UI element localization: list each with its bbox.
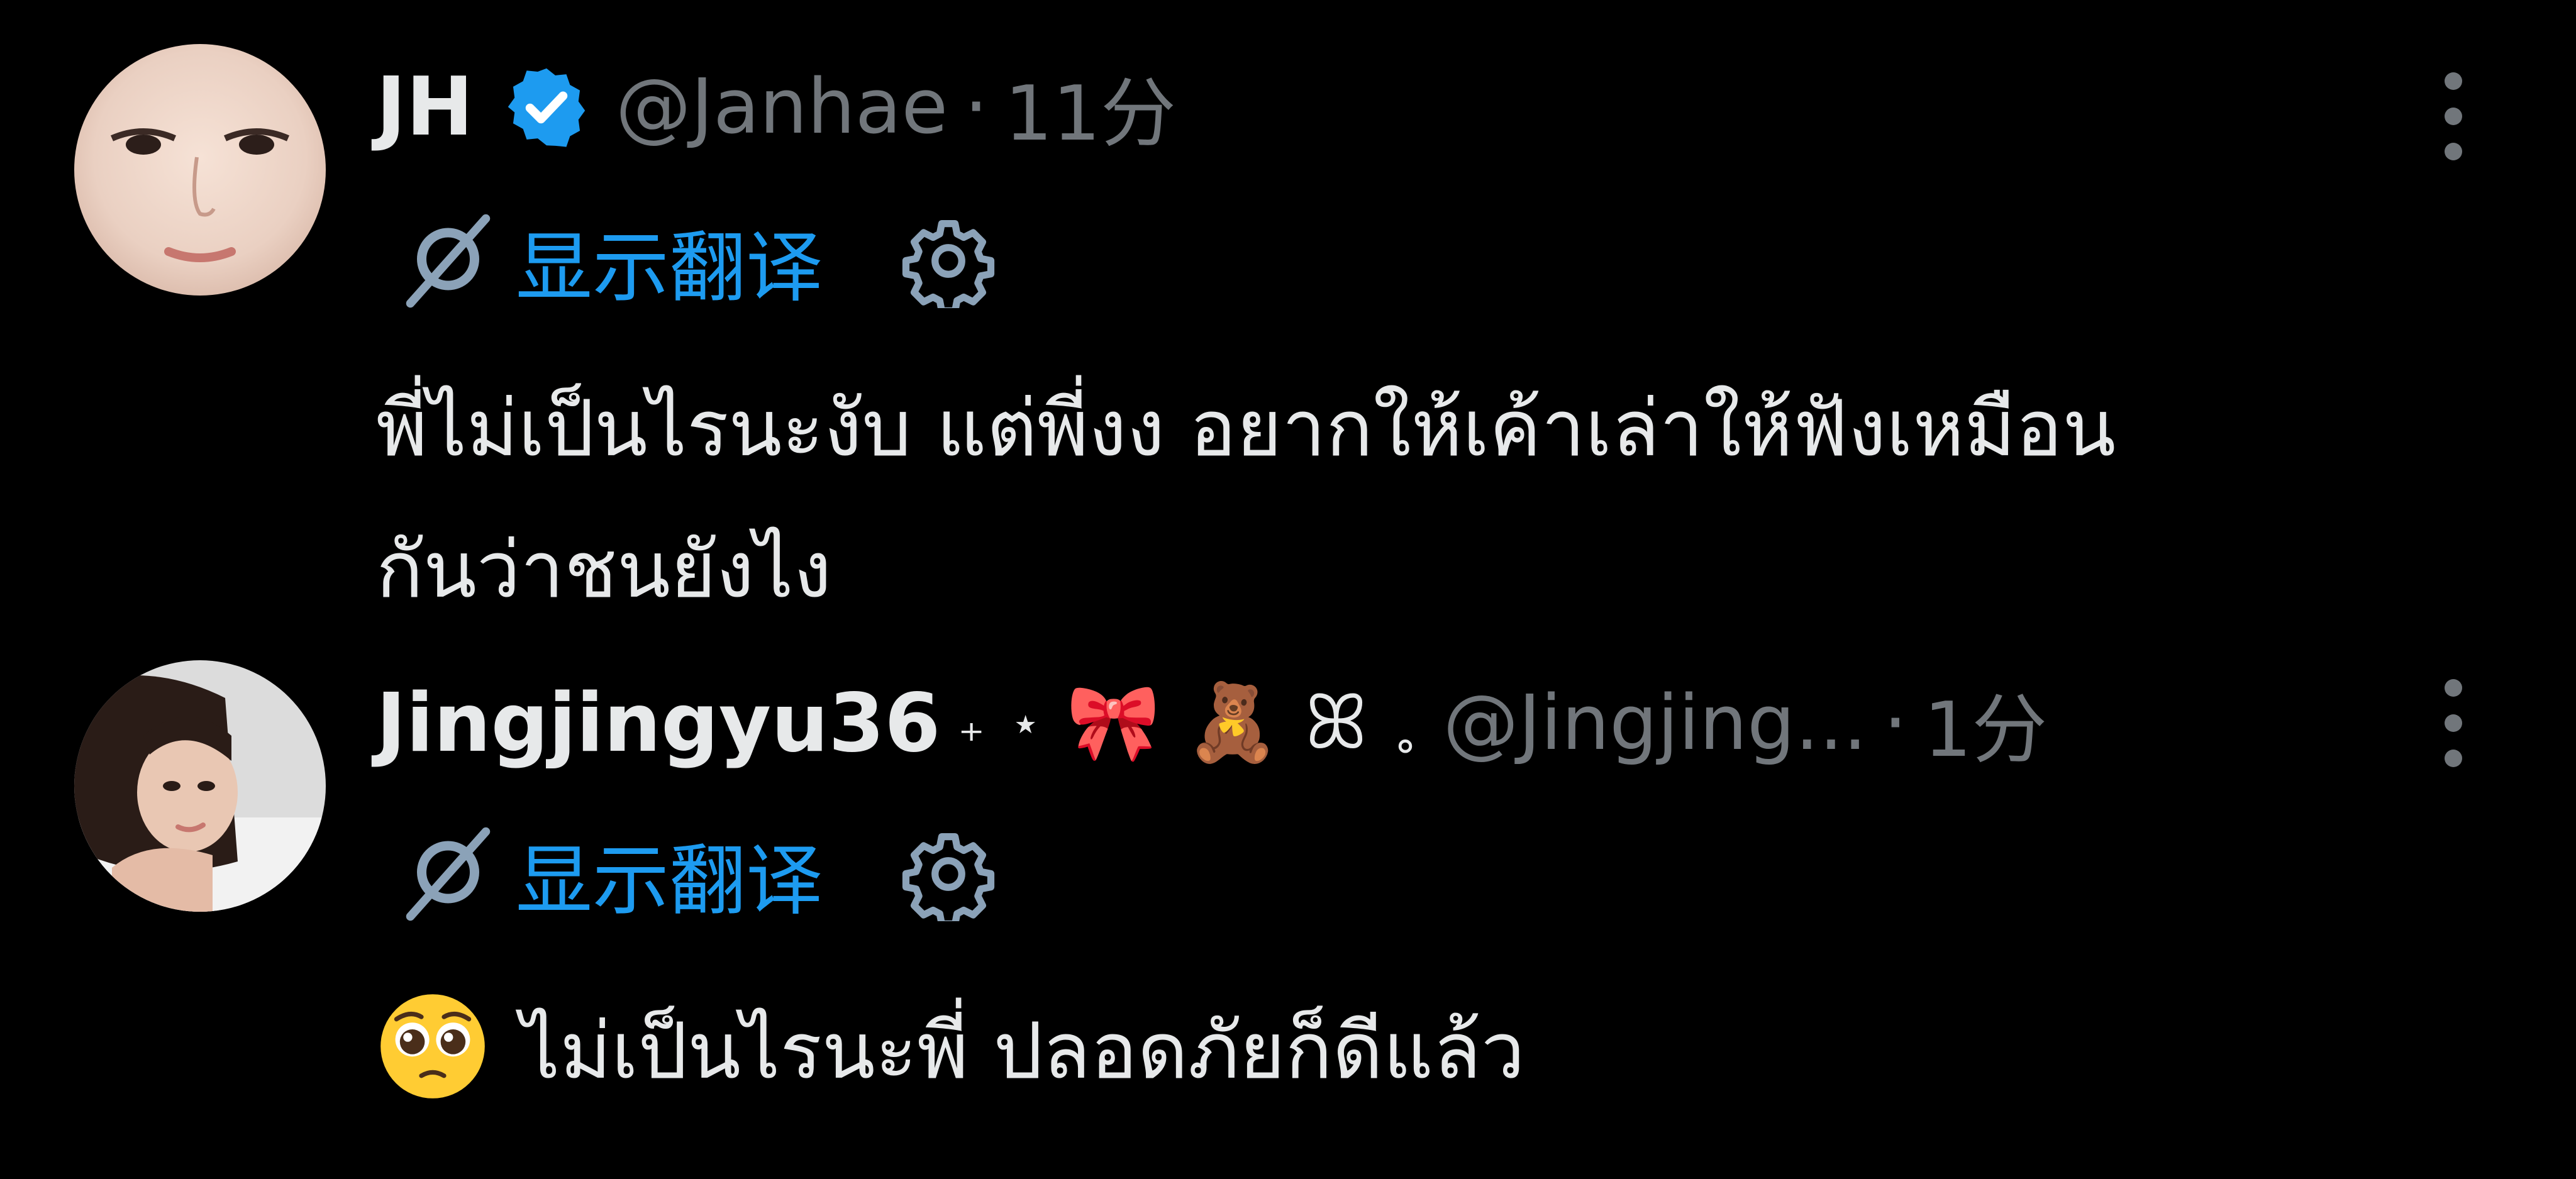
more-options-button[interactable]	[2438, 679, 2469, 767]
sparkle-decoration: ₊	[958, 694, 985, 753]
avatar[interactable]	[74, 660, 326, 912]
gear-icon[interactable]	[901, 214, 996, 308]
avatar[interactable]	[74, 44, 326, 296]
pleading-face-emoji	[380, 994, 485, 1099]
more-options-button[interactable]	[2438, 72, 2469, 160]
verified-badge-icon	[508, 68, 585, 147]
tweet-header: JH @Janhae · 11分	[376, 57, 1176, 158]
handle[interactable]: @Jingjing...	[1443, 680, 1867, 767]
show-translation-link[interactable]: 显示翻译	[516, 206, 823, 317]
star-decoration: ⋆	[1009, 694, 1041, 753]
flower-decoration: ꕤ	[1304, 679, 1368, 767]
separator-dot: ·	[1883, 679, 1907, 767]
display-name[interactable]: Jingjingyu36	[376, 677, 940, 770]
tweet-header: Jingjingyu36 ₊ ⋆ 🎀 🧸 ꕤ ˳ @Jingjing... · …	[376, 673, 2047, 775]
translate-row: 显示翻译	[396, 821, 996, 927]
handle[interactable]: @Janhae	[616, 64, 948, 151]
tweet-text: พี่ไม่เป็นไรนะงับ แต่พี่งง อยากให้เค้าเล…	[376, 384, 2116, 616]
teddy-bear-emoji: 🧸	[1185, 679, 1280, 767]
translate-row: 显示翻译	[396, 208, 996, 314]
translate-globe-icon	[406, 827, 491, 921]
more-vertical-icon	[2445, 72, 2462, 90]
more-vertical-icon	[2445, 679, 2462, 697]
circle-decoration: ˳	[1392, 694, 1418, 753]
ribbon-emoji: 🎀	[1066, 679, 1161, 767]
display-name[interactable]: JH	[376, 60, 474, 154]
tweet[interactable]: JH @Janhae · 11分 显示翻译 พี่ไม่เป็นไรนะงับ …	[0, 44, 2576, 648]
timestamp[interactable]: 11分	[1004, 52, 1176, 162]
show-translation-link[interactable]: 显示翻译	[516, 819, 823, 930]
tweet-text: ไม่เป็นไรนะพี่ ปลอดภัยก็ดีแล้ว	[376, 981, 2513, 1122]
timestamp[interactable]: 1分	[1924, 668, 2047, 778]
gear-icon[interactable]	[901, 827, 996, 921]
tweet[interactable]: Jingjingyu36 ₊ ⋆ 🎀 🧸 ꕤ ˳ @Jingjing... · …	[0, 660, 2576, 1179]
translate-globe-icon	[406, 214, 491, 308]
name-decorations: ₊ ⋆ 🎀 🧸 ꕤ ˳	[958, 679, 1443, 767]
tweet-text-body: ไม่เป็นไรนะพี่ ปลอดภัยก็ดีแล้ว	[521, 1006, 1525, 1097]
timeline-feed: JH @Janhae · 11分 显示翻译 พี่ไม่เป็นไรนะงับ …	[0, 0, 2576, 1179]
separator-dot: ·	[964, 63, 989, 151]
